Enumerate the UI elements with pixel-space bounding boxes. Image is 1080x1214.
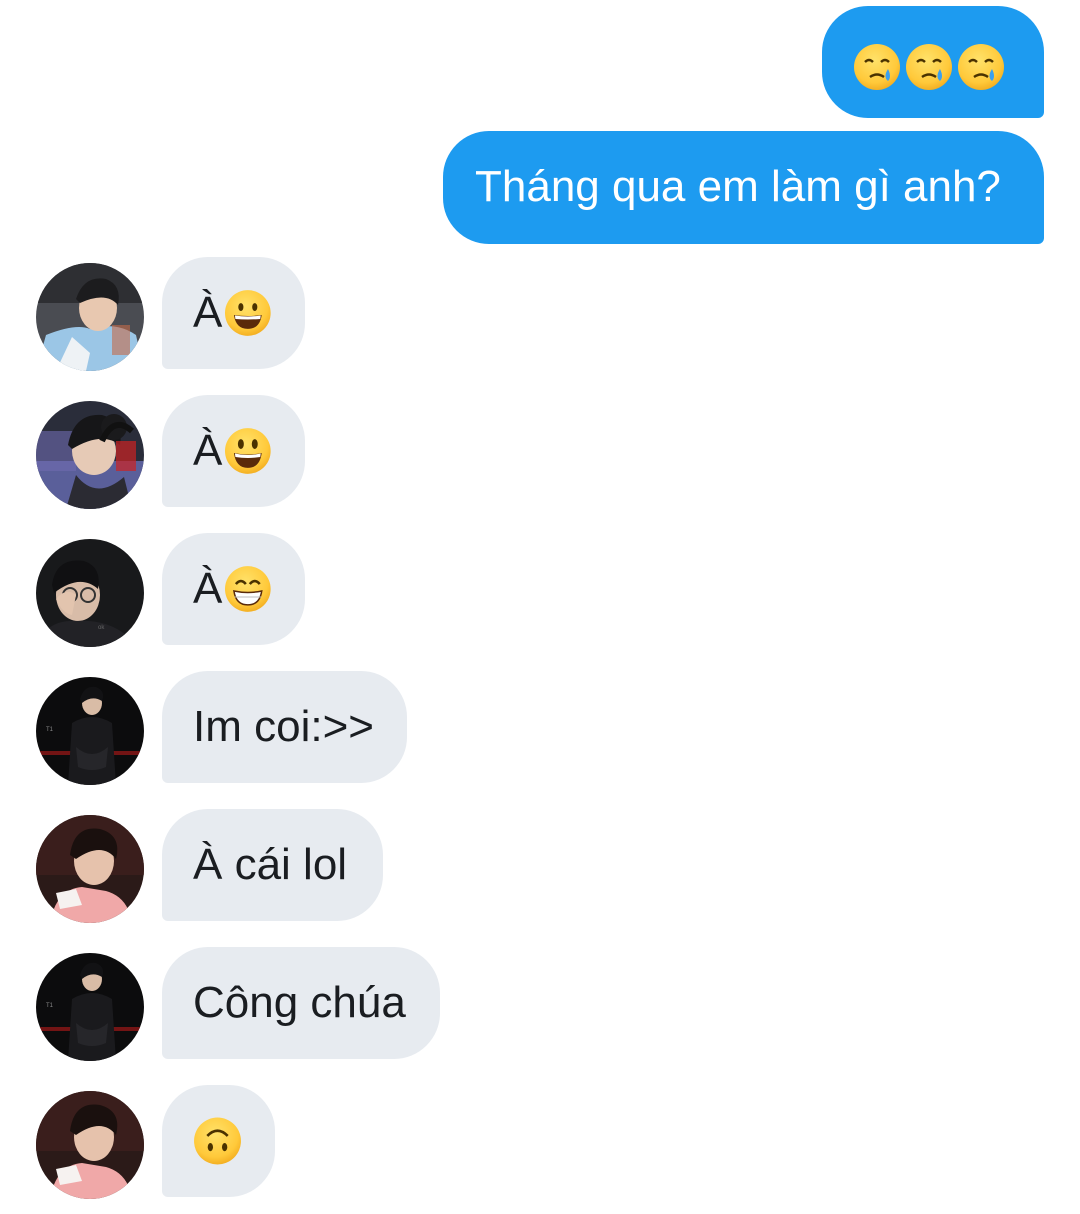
- avatar-4-icon[interactable]: T1: [36, 677, 144, 785]
- avatar-5-icon[interactable]: [36, 815, 144, 923]
- face-holding-back-tears-emoji: [956, 42, 1006, 92]
- incoming-message-bubble[interactable]: Công chúa: [162, 947, 440, 1059]
- incoming-message-bubble[interactable]: À: [162, 257, 305, 369]
- upside-down-face-emoji: [192, 1115, 243, 1167]
- svg-text:T1: T1: [46, 727, 54, 733]
- incoming-message-bubble[interactable]: [162, 1085, 275, 1197]
- message-text: À: [193, 288, 223, 337]
- avatar-5-icon[interactable]: [36, 1091, 144, 1199]
- avatar-1-icon[interactable]: [36, 263, 144, 371]
- message-text: Tháng qua em làm gì anh?: [475, 162, 1001, 211]
- incoming-message-bubble[interactable]: À cái lol: [162, 809, 383, 921]
- message-text: À: [193, 564, 223, 613]
- smiley-face-emoji: [223, 425, 273, 477]
- message-text: À cái lol: [193, 840, 348, 889]
- emoji-group: [852, 42, 1044, 92]
- message-text: Công chúa: [193, 978, 406, 1027]
- grinning-face-emoji: [223, 287, 273, 339]
- incoming-message-bubble[interactable]: Im coi:>>: [162, 671, 407, 783]
- face-holding-back-tears-emoji: [904, 42, 954, 92]
- grin-squint-face-emoji: [223, 563, 273, 615]
- face-holding-back-tears-emoji: [852, 42, 902, 92]
- avatar-4-icon[interactable]: T1: [36, 953, 144, 1061]
- incoming-message-bubble[interactable]: À: [162, 395, 305, 507]
- avatar-3-icon[interactable]: ok: [36, 539, 144, 647]
- conversation: Tháng qua em làm gì anh? À À ok À T1 Im …: [0, 0, 1080, 1214]
- message-text: À: [193, 426, 223, 475]
- outgoing-message-bubble[interactable]: Tháng qua em làm gì anh?: [443, 131, 1044, 244]
- message-text: Im coi:>>: [193, 702, 374, 751]
- incoming-message-bubble[interactable]: À: [162, 533, 305, 645]
- outgoing-message-bubble[interactable]: [822, 6, 1044, 118]
- svg-text:ok: ok: [98, 625, 105, 631]
- avatar-2-icon[interactable]: [36, 401, 144, 509]
- svg-text:T1: T1: [46, 1003, 54, 1009]
